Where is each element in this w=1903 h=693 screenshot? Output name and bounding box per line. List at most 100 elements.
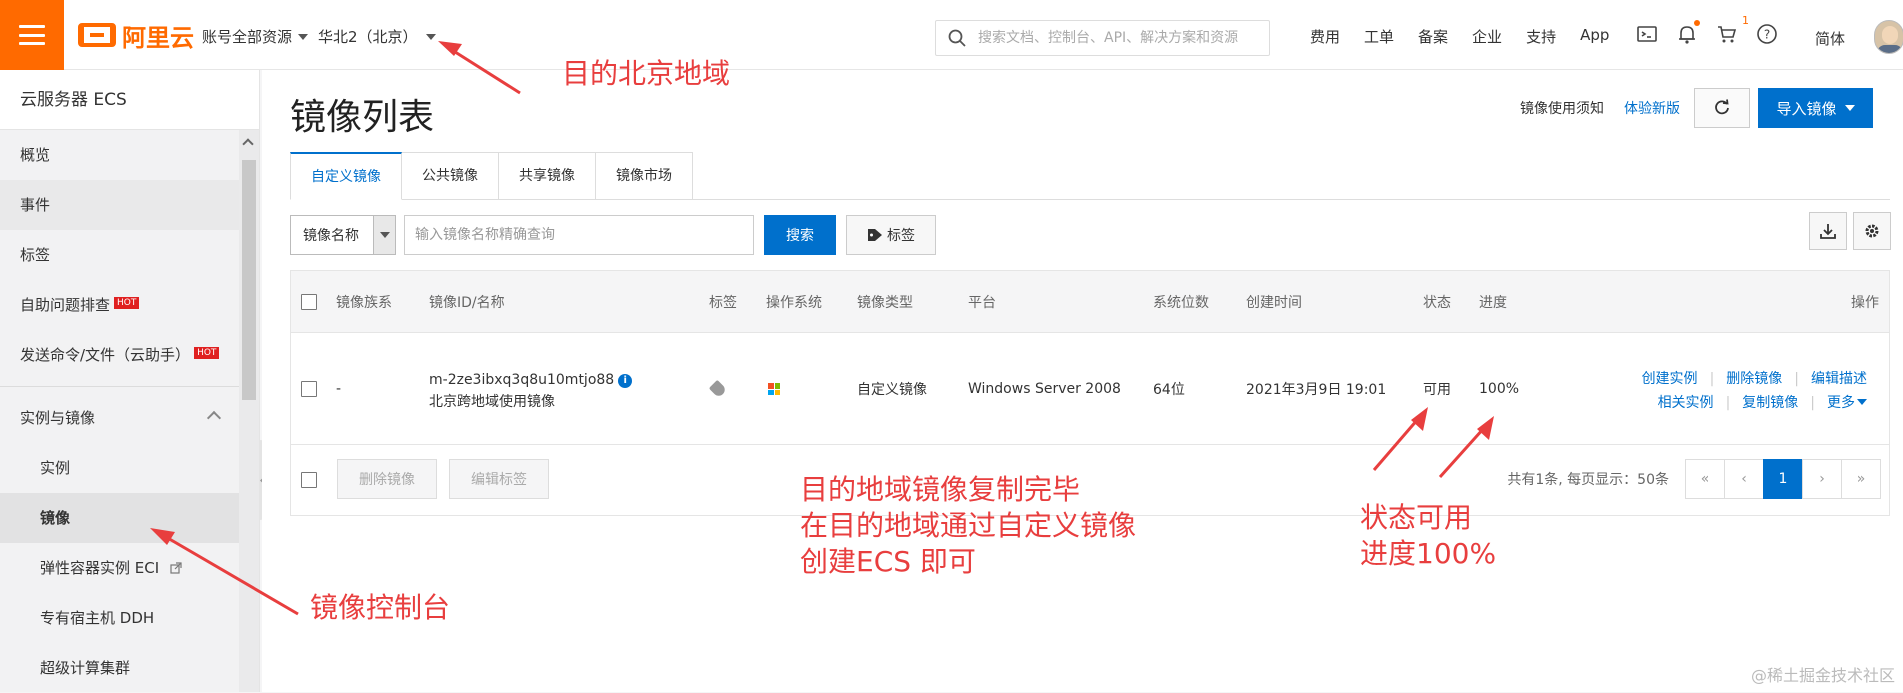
region-select[interactable]: 华北2（北京）	[318, 26, 436, 47]
image-name-input[interactable]	[404, 215, 754, 255]
tab-image-market[interactable]: 镜像市场	[596, 152, 693, 200]
link-support[interactable]: 支持	[1526, 26, 1556, 47]
link-icp[interactable]: 备案	[1418, 26, 1448, 47]
tab-shared-images[interactable]: 共享镜像	[499, 152, 596, 200]
action-separator: |	[1794, 371, 1799, 387]
tab-public-images[interactable]: 公共镜像	[402, 152, 499, 200]
cart-icon[interactable]: 1	[1715, 14, 1749, 46]
link-enterprise[interactable]: 企业	[1472, 26, 1502, 47]
batch-edit-tags-button[interactable]: 编辑标签	[449, 459, 549, 499]
footer-select-checkbox[interactable]	[301, 472, 317, 488]
sidebar-item-label: 实例	[40, 459, 71, 477]
export-button[interactable]	[1809, 212, 1847, 250]
sidebar-item-self-diagnosis[interactable]: 自助问题排查 HOT	[0, 280, 259, 330]
related-instances-link[interactable]: 相关实例	[1658, 395, 1714, 411]
cell-bits: 64位	[1153, 381, 1185, 398]
notification-dot	[1694, 20, 1700, 26]
link-tickets[interactable]: 工单	[1364, 26, 1394, 47]
logo-mark-icon	[78, 23, 116, 47]
page-last-button[interactable]: »	[1841, 459, 1881, 499]
user-avatar[interactable]	[1874, 20, 1903, 54]
page-prev-button[interactable]: ‹	[1724, 459, 1764, 499]
chevron-up-icon	[206, 410, 222, 426]
col-progress: 进度	[1479, 294, 1507, 311]
sidebar-item-ddh[interactable]: 专有宿主机 DDH	[0, 593, 259, 643]
sidebar-item-events[interactable]: 事件	[0, 180, 259, 230]
sidebar-item-instances[interactable]: 实例	[0, 443, 259, 493]
svg-text:?: ?	[1764, 28, 1770, 42]
refresh-button[interactable]	[1694, 88, 1750, 128]
sidebar-item-cloud-assistant[interactable]: 发送命令/文件（云助手） HOT	[0, 330, 259, 380]
top-links: 费用 工单 备案 企业 支持 App	[1310, 26, 1609, 47]
main-content: 镜像列表 镜像使用须知 体验新版 导入镜像 自定义镜像 公共镜像 共享镜像 镜像…	[262, 70, 1903, 692]
global-search[interactable]	[935, 20, 1270, 56]
cell-platform: Windows Server 2008	[968, 380, 1121, 397]
caret-down-icon	[1844, 105, 1855, 111]
top-bar: 阿里云 账号全部资源 华北2（北京） 费用 工单 备案 企业 支持 App 1	[0, 0, 1903, 70]
row-actions: 创建实例 | 删除镜像 | 编辑描述 相关实例 | 复制镜像 | 更多	[1642, 367, 1867, 415]
batch-delete-button[interactable]: 删除镜像	[337, 459, 437, 499]
sidebar-item-images[interactable]: 镜像	[0, 493, 259, 543]
caret-down-icon	[425, 33, 436, 40]
bell-icon[interactable]	[1675, 20, 1700, 46]
scroll-thumb[interactable]	[242, 160, 256, 400]
filter-field-label: 镜像名称	[303, 228, 359, 244]
caret-down-icon	[1857, 399, 1867, 405]
import-image-button[interactable]: 导入镜像	[1758, 88, 1873, 128]
aliyun-logo[interactable]: 阿里云	[78, 20, 194, 52]
delete-image-link[interactable]: 删除镜像	[1726, 371, 1782, 387]
page-next-button[interactable]: ›	[1802, 459, 1842, 499]
resource-select[interactable]: 账号全部资源	[202, 26, 309, 47]
filter-bar: 镜像名称 搜索 标签	[290, 215, 936, 255]
scroll-up-icon[interactable]	[242, 138, 254, 150]
tag-icon	[708, 379, 728, 399]
annotation-status: 状态可用 进度100%	[1360, 500, 1496, 572]
menu-button[interactable]	[0, 0, 64, 70]
col-bits: 系统位数	[1153, 294, 1209, 311]
image-usage-notice-link[interactable]: 镜像使用须知	[1520, 98, 1604, 118]
table-row: - m-2ze3ibxq3q8u10mtjo88 i 北京跨地域使用镜像 自定义镜…	[291, 333, 1889, 445]
settings-button[interactable]	[1853, 212, 1891, 250]
edit-description-link[interactable]: 编辑描述	[1811, 371, 1867, 387]
top-icons: 1 ?	[1635, 14, 1779, 46]
search-input[interactable]	[976, 29, 1256, 47]
sidebar: 云服务器 ECS 概览 事件 标签 自助问题排查 HOT 发送命令/文件（云助手）…	[0, 70, 260, 692]
external-link-icon	[170, 562, 182, 574]
hot-badge: HOT	[194, 347, 220, 359]
col-created: 创建时间	[1246, 294, 1302, 311]
select-all-checkbox[interactable]	[301, 294, 317, 310]
cell-tags[interactable]	[708, 379, 728, 399]
filter-field-select[interactable]: 镜像名称	[290, 215, 396, 255]
sidebar-item-label: 弹性容器实例 ECI	[40, 559, 160, 577]
more-actions-link[interactable]: 更多	[1827, 395, 1855, 411]
copy-image-link[interactable]: 复制镜像	[1742, 395, 1798, 411]
sidebar-item-scc[interactable]: 超级计算集群	[0, 643, 259, 693]
sidebar-item-tags[interactable]: 标签	[0, 230, 259, 280]
info-icon[interactable]: i	[618, 374, 633, 388]
resource-select-label: 账号全部资源	[202, 28, 293, 46]
terminal-icon[interactable]	[1635, 22, 1659, 46]
link-app[interactable]: App	[1580, 26, 1609, 47]
tag-filter-button[interactable]: 标签	[846, 215, 936, 255]
sidebar-item-eci[interactable]: 弹性容器实例 ECI	[0, 543, 259, 593]
create-instance-link[interactable]: 创建实例	[1642, 371, 1698, 387]
help-icon[interactable]: ?	[1755, 22, 1779, 46]
annotation-console: 镜像控制台	[310, 591, 451, 624]
page-first-button[interactable]: «	[1685, 459, 1725, 499]
link-fees[interactable]: 费用	[1310, 26, 1340, 47]
language-switch[interactable]: 简体	[1815, 28, 1845, 49]
sidebar-item-label: 标签	[20, 246, 51, 264]
sidebar-item-label: 发送命令/文件（云助手）	[20, 346, 191, 364]
caret-down-icon	[379, 232, 390, 238]
row-checkbox[interactable]	[301, 381, 317, 397]
sidebar-item-overview[interactable]: 概览	[0, 130, 259, 180]
search-button[interactable]: 搜索	[764, 215, 836, 255]
sidebar-scrollbar[interactable]	[239, 130, 259, 692]
try-new-version-link[interactable]: 体验新版	[1624, 98, 1680, 118]
table-tools	[1809, 212, 1891, 250]
sidebar-item-label: 超级计算集群	[40, 659, 131, 677]
page-1-button[interactable]: 1	[1763, 459, 1803, 499]
cell-image-id-name: m-2ze3ibxq3q8u10mtjo88 i 北京跨地域使用镜像	[429, 369, 633, 413]
sidebar-group-instances-images[interactable]: 实例与镜像	[0, 393, 259, 443]
tab-custom-images[interactable]: 自定义镜像	[290, 152, 402, 200]
